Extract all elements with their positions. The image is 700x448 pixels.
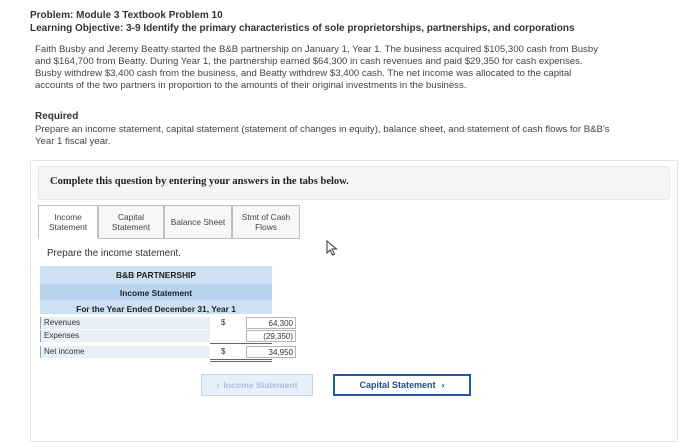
scenario-line: Busby withdrew $3,400 cash from the busi… [35, 68, 572, 79]
learning-objective: Learning Objective: 3-9 Identify the pri… [30, 23, 575, 34]
net-income-amount-input[interactable]: 34,950 [246, 346, 296, 358]
chevron-left-icon: ‹ [216, 380, 220, 390]
expenses-amount-input[interactable]: (29,350) [246, 330, 296, 342]
required-text: Prepare an income statement, capital sta… [35, 124, 685, 148]
tab-label: Capital [117, 212, 145, 222]
tab-label: Balance Sheet [170, 217, 226, 227]
problem-title: Problem: Module 3 Textbook Problem 10 [30, 10, 223, 21]
statement-company: B&B PARTNERSHIP [116, 270, 196, 280]
tab-label: Income [54, 212, 82, 222]
tab-label: Statement [111, 222, 151, 232]
total-double-rule [210, 361, 272, 362]
next-tab-button[interactable]: Capital Statement › [333, 374, 471, 396]
prev-tab-button[interactable]: ‹ Income Statement [201, 374, 313, 396]
required-line: Prepare an income statement, capital sta… [35, 124, 610, 135]
subtotal-rule [210, 343, 272, 344]
net-income-label[interactable]: Net income [40, 346, 210, 358]
required-line: Year 1 fiscal year. [35, 136, 111, 147]
tab-stmt-of-cash-flows[interactable]: Stmt of Cash Flows [232, 205, 300, 239]
tab-prompt: Prepare the income statement. [47, 248, 181, 259]
next-tab-label: Capital Statement [359, 380, 436, 390]
expenses-label[interactable]: Expenses [40, 330, 210, 342]
instruction-banner-text: Complete this question by entering your … [50, 176, 349, 187]
required-label: Required [35, 111, 79, 122]
tab-capital-statement[interactable]: Capital Statement [98, 205, 164, 239]
scenario-line: and $164,700 from Beatty. During Year 1,… [35, 56, 583, 67]
revenues-row: Revenues $ 64,300 [40, 317, 296, 329]
scenario-line: accounts of the two partners in proporti… [35, 80, 467, 91]
statement-period: For the Year Ended December 31, Year 1 [76, 304, 236, 314]
total-rule [210, 359, 272, 360]
currency-symbol: $ [221, 347, 226, 356]
statement-name: Income Statement [119, 288, 193, 298]
tab-label: Statement [48, 222, 88, 232]
revenues-label[interactable]: Revenues [40, 317, 210, 329]
scenario-text: Faith Busby and Jeremy Beatty started th… [35, 44, 675, 92]
tab-income-statement[interactable]: Income Statement [38, 205, 98, 239]
net-income-row: Net income $ 34,950 [40, 346, 296, 358]
chevron-right-icon: › [441, 380, 445, 390]
expenses-row: Expenses (29,350) [40, 330, 296, 342]
scenario-line: Faith Busby and Jeremy Beatty started th… [35, 44, 598, 55]
prev-tab-label: Income Statement [223, 380, 298, 390]
tab-label: Stmt of Cash [241, 212, 291, 222]
mouse-pointer-icon [326, 240, 338, 256]
revenues-amount-input[interactable]: 64,300 [246, 317, 296, 329]
currency-symbol: $ [221, 318, 226, 327]
tab-label: Flows [255, 222, 277, 232]
tab-balance-sheet[interactable]: Balance Sheet [164, 205, 232, 239]
